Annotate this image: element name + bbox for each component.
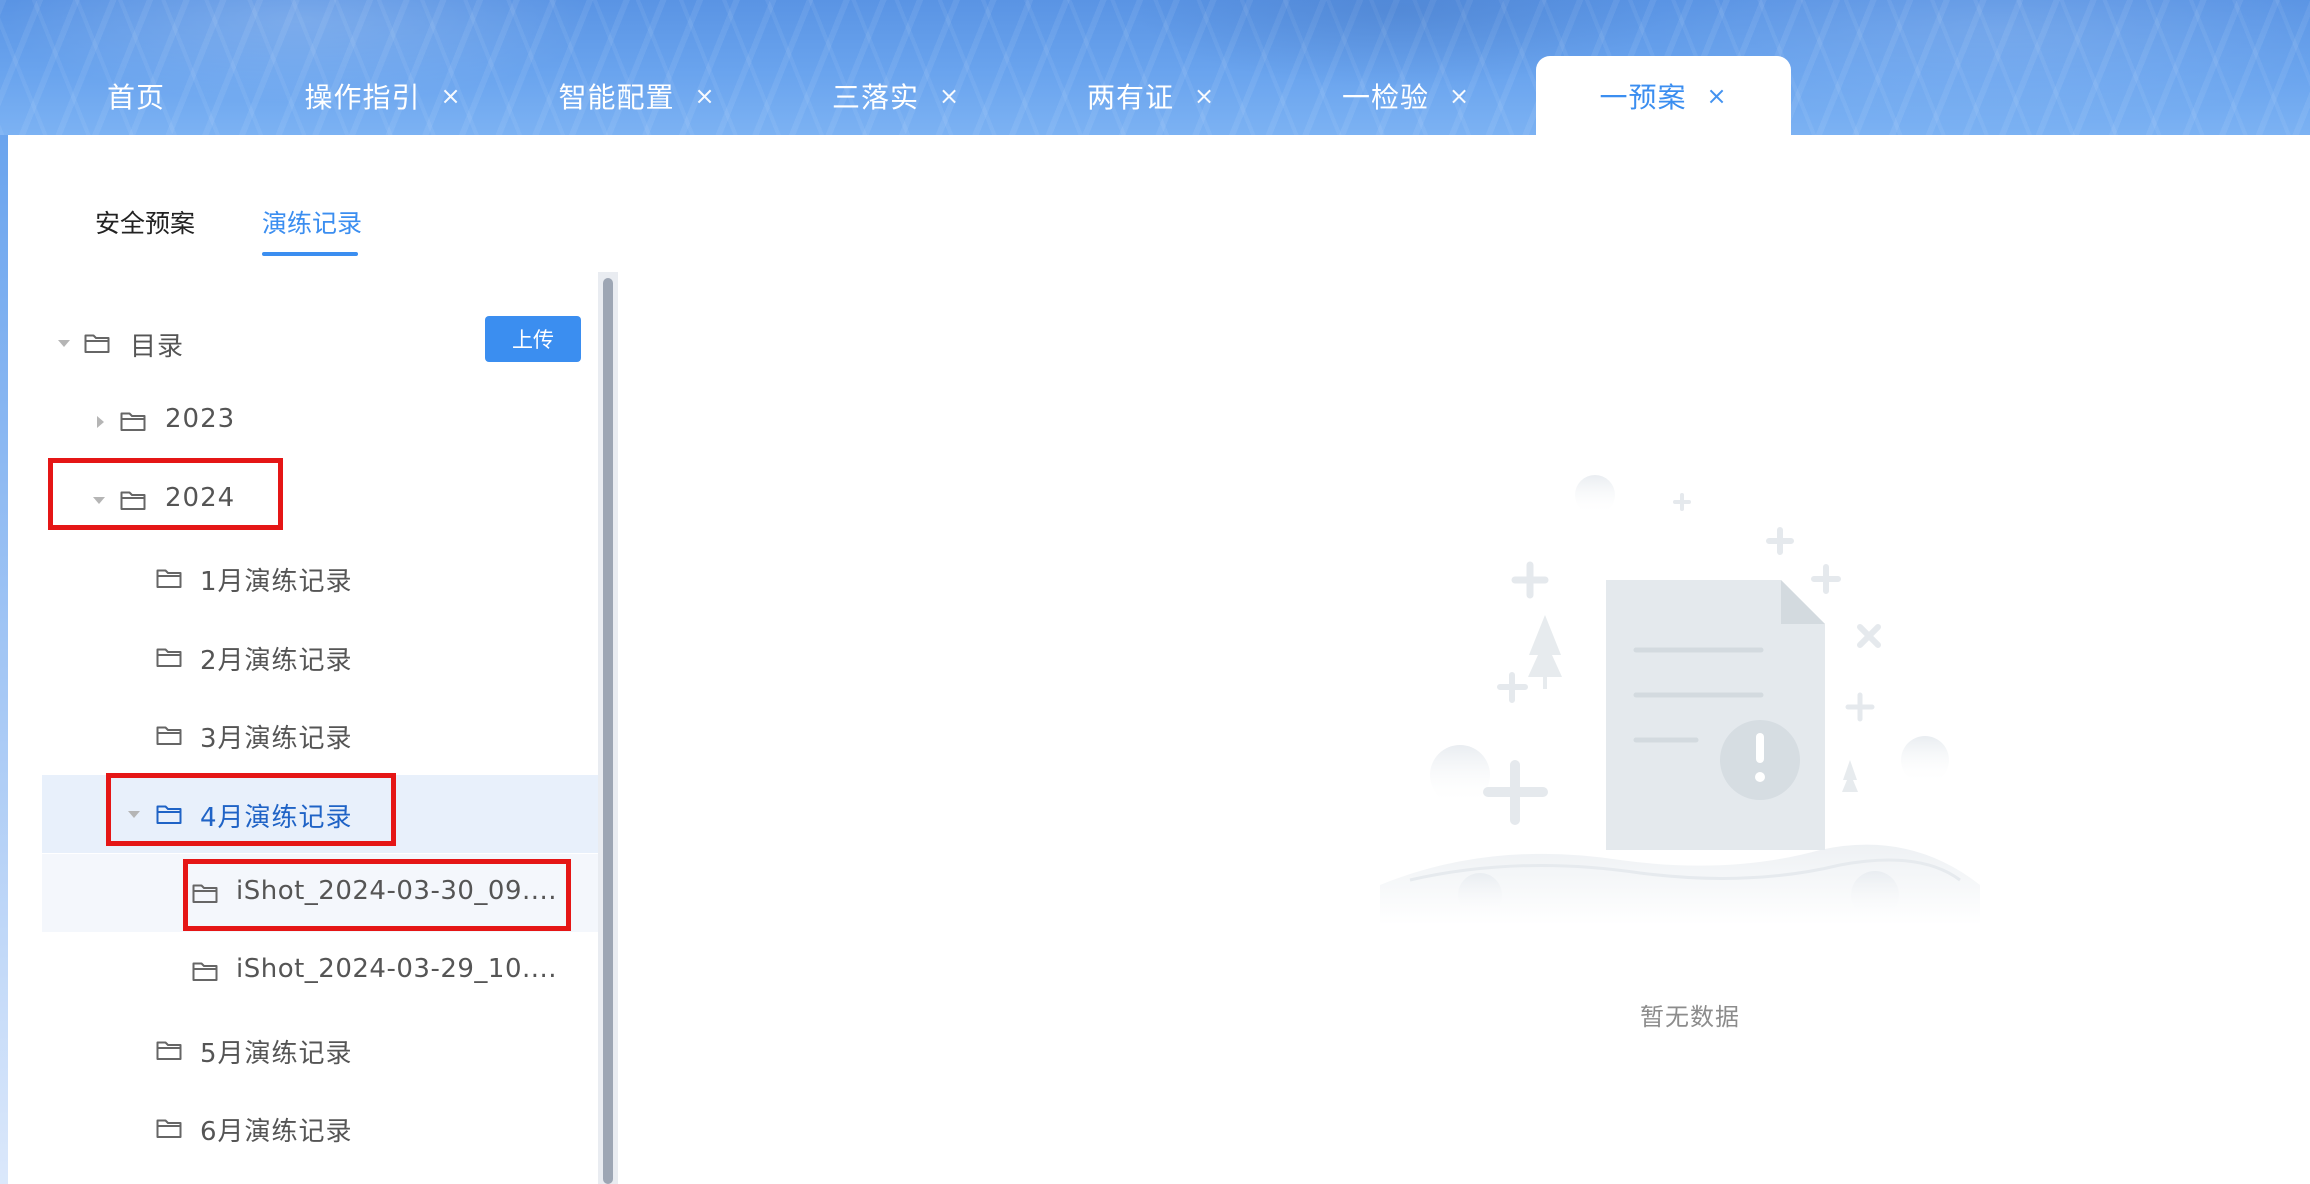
close-icon[interactable]: ×	[939, 82, 960, 110]
tree-node-label: 1月演练记录	[200, 567, 353, 597]
tab-operation-guide[interactable]: 操作指引 ×	[298, 56, 468, 135]
tab-label: 三落实	[831, 80, 919, 114]
left-accent-strip	[0, 135, 8, 1184]
tab-one-plan[interactable]: 一预案 ×	[1536, 56, 1791, 135]
tab-one-inspection[interactable]: 一检验 ×	[1336, 56, 1476, 135]
caret-down-icon[interactable]	[58, 340, 70, 347]
tree-node-may[interactable]: 5月演练记录	[42, 1011, 598, 1089]
tree-node-root[interactable]: 目录	[42, 304, 598, 382]
tree-node-jan[interactable]: 1月演练记录	[42, 539, 598, 617]
annotation-box-file	[183, 859, 571, 931]
tab-label: 一检验	[1341, 80, 1429, 114]
tree-node-2023[interactable]: 2023	[42, 382, 598, 460]
close-icon[interactable]: ×	[440, 82, 461, 110]
close-icon[interactable]: ×	[1706, 82, 1727, 110]
folder-icon	[84, 334, 110, 353]
tab-bar: 首页 操作指引 × 智能配置 × 三落实 × 两有证 × 一检验 × 一预案 ×	[0, 0, 2310, 135]
tree-node-label: 6月演练记录	[200, 1117, 353, 1147]
tab-home[interactable]: 首页	[92, 56, 180, 135]
tree-node-label: 3月演练记录	[200, 724, 353, 754]
tree-node-label: 目录	[130, 332, 185, 362]
tab-smart-config[interactable]: 智能配置 ×	[552, 56, 722, 135]
close-icon[interactable]: ×	[694, 82, 715, 110]
folder-icon	[156, 648, 182, 667]
tab-label: 智能配置	[558, 80, 675, 114]
empty-state-text: 暂无数据	[1640, 1003, 1740, 1031]
tab-two-certificates[interactable]: 两有证 ×	[1081, 56, 1221, 135]
tab-three-implementations[interactable]: 三落实 ×	[826, 56, 966, 135]
tree-scrollbar-thumb[interactable]	[603, 278, 613, 1184]
empty-document-icon	[1380, 475, 1980, 925]
tab-label: 首页	[106, 80, 165, 114]
close-icon[interactable]: ×	[1194, 82, 1215, 110]
folder-icon	[156, 1041, 182, 1060]
tree-node-file-0329[interactable]: iShot_2024-03-29_10....	[42, 932, 598, 1010]
tree-node-label: 5月演练记录	[200, 1039, 353, 1069]
tree-node-jun[interactable]: 6月演练记录	[42, 1089, 598, 1167]
tab-label: 操作指引	[304, 80, 421, 114]
annotation-box-april	[106, 773, 396, 846]
folder-icon	[192, 962, 218, 981]
caret-right-icon[interactable]	[97, 416, 104, 428]
tab-label: 两有证	[1086, 80, 1174, 114]
close-icon[interactable]: ×	[1449, 82, 1470, 110]
annotation-box-2024	[48, 458, 283, 530]
tree-node-label: 2月演练记录	[200, 646, 353, 676]
directory-tree: 目录 2023 2024 1月演练记录 2月演练记录 3月演练记录 4月演练记录…	[42, 272, 598, 1184]
folder-icon	[120, 412, 146, 431]
tree-node-feb[interactable]: 2月演练记录	[42, 618, 598, 696]
tree-node-label: 2023	[165, 404, 236, 434]
subtab-safety-plan[interactable]: 安全预案	[95, 204, 195, 240]
folder-icon	[156, 726, 182, 745]
subtab-drill-records[interactable]: 演练记录	[262, 204, 362, 240]
tree-node-label: iShot_2024-03-29_10....	[236, 954, 558, 984]
folder-icon	[156, 1119, 182, 1138]
tab-label: 一预案	[1599, 80, 1687, 114]
folder-icon	[156, 569, 182, 588]
active-subtab-indicator	[262, 252, 358, 256]
tree-node-mar[interactable]: 3月演练记录	[42, 696, 598, 774]
